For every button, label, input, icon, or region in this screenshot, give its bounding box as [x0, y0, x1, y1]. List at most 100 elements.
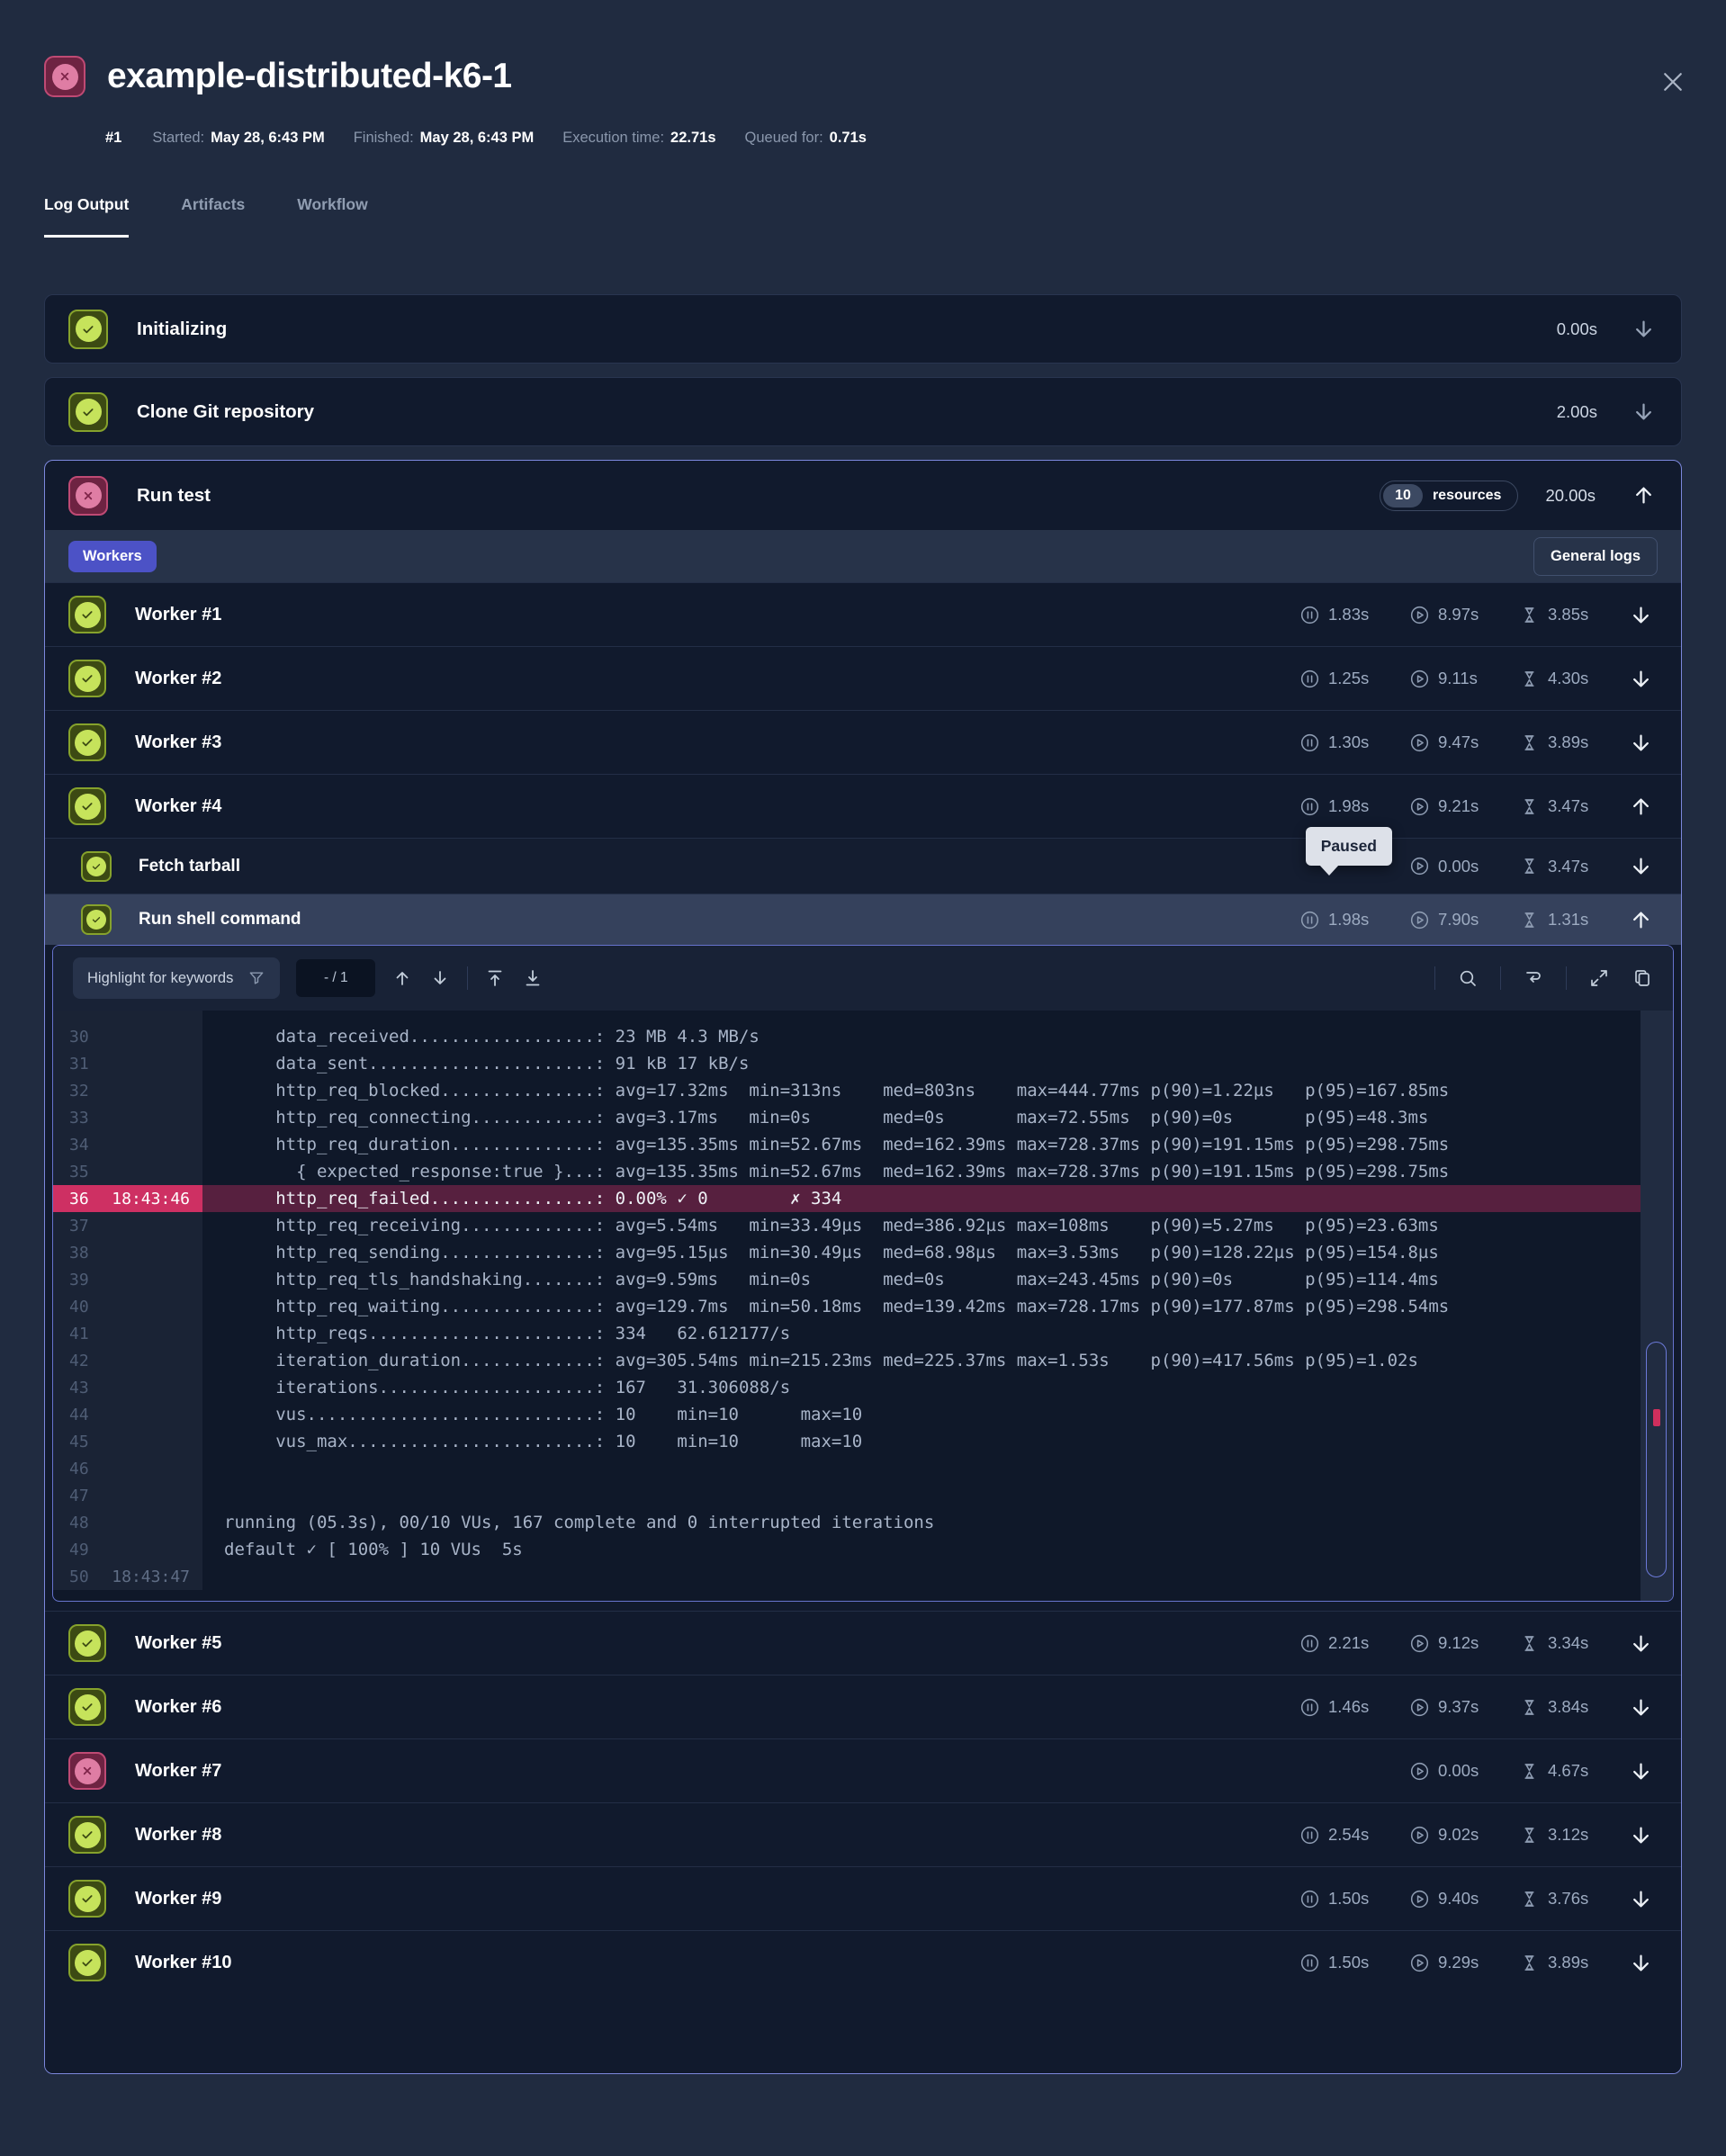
meta-item: Queued for:0.71s — [745, 130, 867, 147]
wrap-lines-icon[interactable] — [1523, 967, 1544, 989]
substep-row-run-shell-command[interactable]: Run shell command1.98s7.90s1.31s — [45, 894, 1681, 945]
running-duration-stat: 9.37s — [1409, 1697, 1496, 1718]
log-scrollbar-error-marker[interactable] — [1653, 1409, 1660, 1426]
expand-arrow-down-icon[interactable] — [1629, 731, 1653, 755]
line-text: iteration_duration.............: avg=305… — [202, 1351, 1418, 1370]
check-icon — [86, 857, 106, 876]
line-number: 49 — [53, 1541, 89, 1559]
run-test-header[interactable]: Run test 10 resources 20.00s — [45, 461, 1681, 530]
waiting-duration-stat: 3.89s — [1519, 1953, 1605, 1973]
card-bottom-space — [45, 1994, 1681, 2073]
line-text: http_reqs......................: 334 62.… — [202, 1324, 790, 1343]
log-gutter: 35 — [53, 1158, 202, 1185]
keyword-filter-input[interactable]: Highlight for keywords — [73, 957, 280, 999]
search-icon[interactable] — [1457, 967, 1479, 989]
tab-log-output[interactable]: Log Output — [44, 195, 129, 238]
worker-row-worker-1[interactable]: Worker #11.83s8.97s3.85s — [45, 582, 1681, 646]
meta-label: Execution time: — [562, 130, 664, 146]
expand-arrow-down-icon[interactable] — [1632, 400, 1656, 424]
log-gutter: 47 — [53, 1482, 202, 1509]
tab-workflow[interactable]: Workflow — [297, 195, 367, 238]
log-line-29: 29 — [53, 1011, 1641, 1023]
paused-duration-stat: 2.21s — [1299, 1633, 1386, 1654]
collapse-arrow-up-icon[interactable] — [1632, 483, 1656, 508]
line-number: 33 — [53, 1109, 89, 1127]
line-text: running (05.3s), 00/10 VUs, 167 complete… — [202, 1513, 934, 1532]
row-stats: 1.25s9.11s4.30s — [1299, 667, 1656, 691]
close-icon[interactable] — [1659, 68, 1686, 95]
step-name: Initializing — [137, 319, 227, 340]
meta-label: Queued for: — [745, 130, 823, 146]
collapse-arrow-up-icon[interactable] — [1629, 795, 1653, 819]
run-details-page: example-distributed-k6-1 #1 Started:May … — [0, 0, 1726, 2156]
worker-row-worker-3[interactable]: Worker #31.30s9.47s3.89s — [45, 710, 1681, 774]
expand-arrow-down-icon[interactable] — [1629, 1759, 1653, 1783]
tab-artifacts[interactable]: Artifacts — [181, 195, 245, 238]
check-icon — [75, 1694, 101, 1720]
expand-arrow-down-icon[interactable] — [1629, 667, 1653, 691]
status-success-icon — [68, 310, 108, 349]
row-name: Worker #6 — [135, 1697, 221, 1718]
log-line-36: 3618:43:46 http_req_failed..............… — [53, 1185, 1641, 1212]
substep-row-fetch-tarball[interactable]: Fetch tarball0.00s3.47s — [45, 838, 1681, 894]
scroll-to-bottom-icon[interactable] — [522, 967, 544, 989]
worker-row-worker-2[interactable]: Worker #21.25s9.11s4.30s — [45, 646, 1681, 710]
steps-list: Initializing0.00sClone Git repository2.0… — [0, 294, 1726, 2074]
row-name: Worker #8 — [135, 1825, 221, 1846]
status-success-icon — [68, 1624, 106, 1662]
check-icon — [75, 730, 101, 756]
expand-arrow-down-icon[interactable] — [1629, 1695, 1653, 1720]
expand-arrow-down-icon[interactable] — [1632, 317, 1656, 341]
expand-arrow-down-icon[interactable] — [1629, 1631, 1653, 1656]
waiting-duration-stat: 3.76s — [1519, 1889, 1605, 1909]
workers-tag[interactable]: Workers — [68, 541, 157, 572]
status-success-icon — [81, 904, 112, 935]
running-duration-stat: 0.00s — [1409, 856, 1496, 876]
line-text: http_req_waiting...............: avg=129… — [202, 1297, 1449, 1316]
expand-arrow-down-icon[interactable] — [1629, 854, 1653, 878]
status-success-icon — [68, 1816, 106, 1854]
collapse-arrow-up-icon[interactable] — [1629, 908, 1653, 932]
line-number: 42 — [53, 1352, 89, 1370]
expand-arrow-down-icon[interactable] — [1629, 1823, 1653, 1847]
log-gutter: 44 — [53, 1401, 202, 1428]
general-logs-button[interactable]: General logs — [1533, 537, 1658, 576]
worker-row-worker-4[interactable]: Worker #41.98s9.21s3.47s — [45, 774, 1681, 838]
waiting-duration-stat: 3.84s — [1519, 1697, 1605, 1718]
next-match-arrow-down-icon[interactable] — [429, 967, 451, 989]
row-stats: 1.50s9.40s3.76s — [1299, 1887, 1656, 1911]
row-stats: 0.00s4.67s — [1299, 1759, 1656, 1783]
worker-row-worker-5[interactable]: Worker #52.21s9.12s3.34s — [45, 1611, 1681, 1675]
line-number: 48 — [53, 1514, 89, 1532]
page-title: example-distributed-k6-1 — [107, 57, 512, 96]
expand-arrow-down-icon[interactable] — [1629, 603, 1653, 627]
worker-row-worker-7[interactable]: Worker #70.00s4.67s — [45, 1738, 1681, 1802]
row-name: Worker #4 — [135, 796, 221, 817]
worker-row-worker-9[interactable]: Worker #91.50s9.40s3.76s — [45, 1866, 1681, 1930]
log-line-48: 48 running (05.3s), 00/10 VUs, 167 comple… — [53, 1509, 1641, 1536]
worker-row-worker-8[interactable]: Worker #82.54s9.02s3.12s — [45, 1802, 1681, 1866]
copy-icon[interactable] — [1632, 967, 1653, 989]
line-number: 31 — [53, 1055, 89, 1074]
expand-arrow-down-icon[interactable] — [1629, 1887, 1653, 1911]
expand-icon[interactable] — [1588, 967, 1610, 989]
prev-match-arrow-up-icon[interactable] — [391, 967, 413, 989]
waiting-duration-stat: 3.47s — [1519, 796, 1605, 817]
row-stats: 1.98s7.90s1.31s — [1299, 908, 1656, 932]
row-stats: 1.50s9.29s3.89s — [1299, 1951, 1656, 1975]
step-card-initializing[interactable]: Initializing0.00s — [44, 294, 1682, 364]
step-card-run-test: Run test 10 resources 20.00s Workers Gen… — [44, 460, 1682, 2074]
worker-row-worker-10[interactable]: Worker #101.50s9.29s3.89s — [45, 1930, 1681, 1994]
scroll-to-top-icon[interactable] — [484, 967, 506, 989]
step-card-clone-git-repository[interactable]: Clone Git repository2.00s — [44, 377, 1682, 446]
waiting-duration-stat: 3.89s — [1519, 732, 1605, 753]
log-gutter: 43 — [53, 1374, 202, 1401]
resources-label: resources — [1423, 488, 1515, 504]
line-timestamp: 18:43:46 — [112, 1190, 202, 1208]
workers-list-top: Worker #11.83s8.97s3.85sWorker #21.25s9.… — [45, 582, 1681, 838]
worker-row-worker-6[interactable]: Worker #61.46s9.37s3.84s — [45, 1675, 1681, 1738]
expand-arrow-down-icon[interactable] — [1629, 1951, 1653, 1975]
line-number: 35 — [53, 1163, 89, 1181]
log-scrollbar[interactable] — [1646, 1342, 1667, 1577]
run-status-failed-icon — [44, 56, 85, 97]
